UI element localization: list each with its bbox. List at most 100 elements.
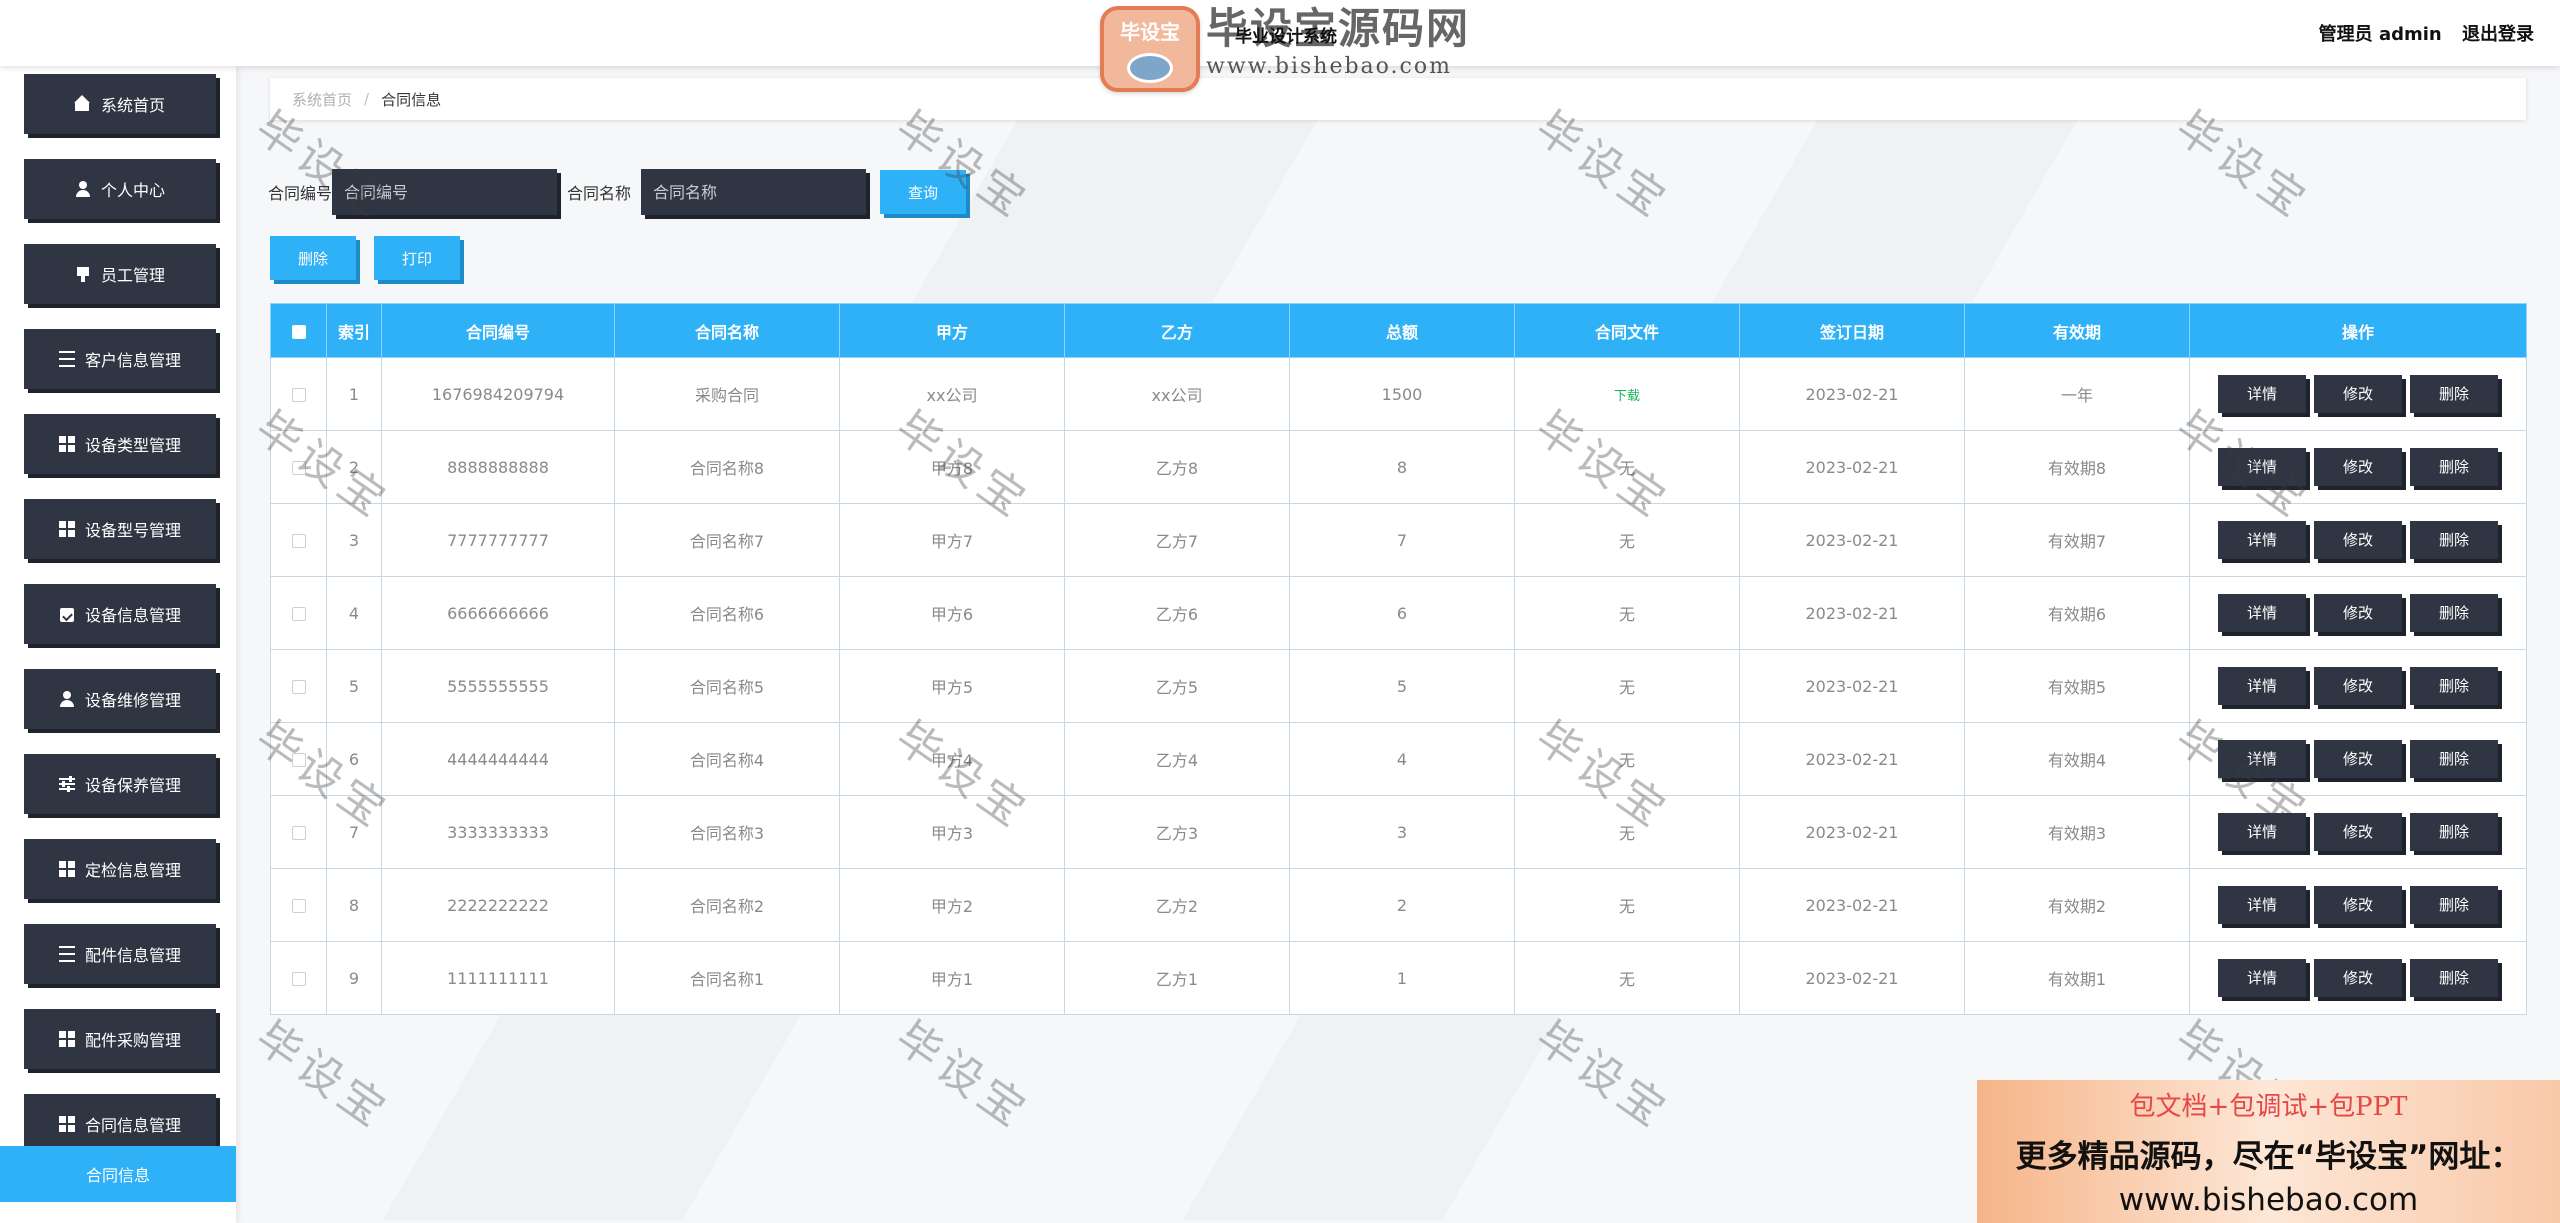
logout-button[interactable]: 退出登录 xyxy=(2462,24,2534,45)
edit-button[interactable]: 修改 xyxy=(2314,886,2402,924)
row-checkbox[interactable] xyxy=(291,899,306,913)
sidebar-item-parts[interactable]: 配件信息管理 xyxy=(24,924,216,984)
cell-date: 2023-02-21 xyxy=(1739,868,1965,942)
cell-name: 合同名称1 xyxy=(614,941,840,1015)
sidebar-item-device-repair[interactable]: 设备维修管理 xyxy=(24,669,216,729)
sidebar-subitem-contract-info[interactable]: 合同信息 xyxy=(0,1146,236,1202)
sidebar-item-label: 设备信息管理 xyxy=(84,606,181,625)
edit-button[interactable]: 修改 xyxy=(2314,740,2402,778)
brand-mascot-icon xyxy=(1127,53,1173,83)
row-checkbox[interactable] xyxy=(291,826,306,840)
table-row: 8 2222222222 合同名称2 甲方2 乙方2 2 无 2023-02-21 有效期2 详情… xyxy=(270,868,2527,942)
cell-file: 无 xyxy=(1514,795,1740,869)
edit-button[interactable]: 修改 xyxy=(2314,594,2402,632)
cell-operations: 详情 修改 删除 xyxy=(2189,357,2527,431)
sidebar-item-device-types[interactable]: 设备类型管理 xyxy=(24,414,216,474)
sidebar-item-profile[interactable]: 个人中心 xyxy=(24,159,216,219)
edit-button[interactable]: 修改 xyxy=(2314,375,2402,413)
edit-button[interactable]: 修改 xyxy=(2314,959,2402,997)
sidebar-item-device-info[interactable]: 设备信息管理 xyxy=(24,584,216,644)
tag-icon xyxy=(75,266,91,282)
delete-button[interactable]: 删除 xyxy=(2410,813,2498,851)
download-link[interactable]: 下载 xyxy=(1614,389,1640,404)
table-row: 3 7777777777 合同名称7 甲方7 乙方7 7 无 2023-02-21 有效期7 详情… xyxy=(270,503,2527,577)
sidebar-item-contracts[interactable]: 合同信息管理 xyxy=(24,1094,216,1154)
sidebar-item-label: 配件信息管理 xyxy=(84,946,181,965)
table-row: 4 6666666666 合同名称6 甲方6 乙方6 6 无 2023-02-21 有效期6 详情… xyxy=(270,576,2527,650)
select-all-checkbox[interactable] xyxy=(291,324,306,339)
promo-banner: 包文档+包调试+包PPT 更多精品源码，尽在“毕设宝”网址： www.bishe… xyxy=(1977,1080,2560,1223)
sidebar-item-label: 系统首页 xyxy=(100,96,165,115)
sidebar-item-customers[interactable]: 客户信息管理 xyxy=(24,329,216,389)
column-header: 索引 xyxy=(326,303,382,358)
sidebar-item-employees[interactable]: 员工管理 xyxy=(24,244,216,304)
cell-index: 4 xyxy=(326,576,382,650)
cell-code: 3333333333 xyxy=(381,795,615,869)
query-button[interactable]: 查询 xyxy=(880,170,967,214)
row-checkbox[interactable] xyxy=(291,753,306,767)
delete-button[interactable]: 删除 xyxy=(2410,594,2498,632)
detail-button[interactable]: 详情 xyxy=(2218,813,2306,851)
cell-total: 5 xyxy=(1289,649,1515,723)
delete-button[interactable]: 删除 xyxy=(2410,448,2498,486)
cell-validity: 有效期4 xyxy=(1964,722,2190,796)
detail-button[interactable]: 详情 xyxy=(2218,886,2306,924)
cell-validity: 有效期7 xyxy=(1964,503,2190,577)
cell-file: 无 xyxy=(1514,503,1740,577)
row-checkbox[interactable] xyxy=(291,607,306,621)
row-checkbox[interactable] xyxy=(291,534,306,548)
row-checkbox[interactable] xyxy=(291,680,306,694)
sidebar-item-inspections[interactable]: 定检信息管理 xyxy=(24,839,216,899)
detail-button[interactable]: 详情 xyxy=(2218,375,2306,413)
delete-button[interactable]: 删除 xyxy=(2410,886,2498,924)
cell-code: 7777777777 xyxy=(381,503,615,577)
print-button[interactable]: 打印 xyxy=(374,236,460,280)
contract-code-input[interactable] xyxy=(332,169,558,215)
breadcrumb-separator: / xyxy=(364,90,370,108)
sidebar-item-label: 设备保养管理 xyxy=(84,776,181,795)
detail-button[interactable]: 详情 xyxy=(2218,594,2306,632)
column-header: 总额 xyxy=(1289,303,1515,358)
edit-button[interactable]: 修改 xyxy=(2314,521,2402,559)
cell-party-a: 甲方3 xyxy=(839,795,1065,869)
column-header: 签订日期 xyxy=(1739,303,1965,358)
row-select-cell xyxy=(270,576,327,650)
cell-total: 6 xyxy=(1289,576,1515,650)
edit-button[interactable]: 修改 xyxy=(2314,448,2402,486)
cell-file: 无 xyxy=(1514,576,1740,650)
row-checkbox[interactable] xyxy=(291,461,306,475)
row-checkbox[interactable] xyxy=(291,972,306,986)
delete-button[interactable]: 删除 xyxy=(2410,740,2498,778)
detail-button[interactable]: 详情 xyxy=(2218,667,2306,705)
cell-date: 2023-02-21 xyxy=(1739,503,1965,577)
delete-button[interactable]: 删除 xyxy=(2410,667,2498,705)
sidebar-item-label: 配件采购管理 xyxy=(84,1031,181,1050)
row-select-cell xyxy=(270,503,327,577)
cell-party-a: 甲方7 xyxy=(839,503,1065,577)
edit-button[interactable]: 修改 xyxy=(2314,667,2402,705)
sidebar-item-home[interactable]: 系统首页 xyxy=(24,74,216,134)
delete-button[interactable]: 删除 xyxy=(2410,375,2498,413)
sidebar-item-parts-purchase[interactable]: 配件采购管理 xyxy=(24,1009,216,1069)
delete-button[interactable]: 删除 xyxy=(2410,521,2498,559)
brand-url: www.bishebao.com xyxy=(1206,54,1452,79)
contract-name-input[interactable] xyxy=(641,169,867,215)
cell-total: 7 xyxy=(1289,503,1515,577)
user-icon xyxy=(75,181,91,197)
cell-code: 5555555555 xyxy=(381,649,615,723)
delete-button[interactable]: 删除 xyxy=(2410,959,2498,997)
row-checkbox[interactable] xyxy=(291,388,306,402)
detail-button[interactable]: 详情 xyxy=(2218,740,2306,778)
batch-delete-button[interactable]: 删除 xyxy=(270,236,356,280)
detail-button[interactable]: 详情 xyxy=(2218,959,2306,997)
row-select-cell xyxy=(270,357,327,431)
edit-button[interactable]: 修改 xyxy=(2314,813,2402,851)
breadcrumb-home[interactable]: 系统首页 xyxy=(292,89,352,110)
sidebar-item-device-maintenance[interactable]: 设备保养管理 xyxy=(24,754,216,814)
detail-button[interactable]: 详情 xyxy=(2218,521,2306,559)
cell-name: 合同名称5 xyxy=(614,649,840,723)
detail-button[interactable]: 详情 xyxy=(2218,448,2306,486)
sidebar-item-device-models[interactable]: 设备型号管理 xyxy=(24,499,216,559)
home-icon xyxy=(73,95,91,112)
cell-file: 无 xyxy=(1514,430,1740,504)
